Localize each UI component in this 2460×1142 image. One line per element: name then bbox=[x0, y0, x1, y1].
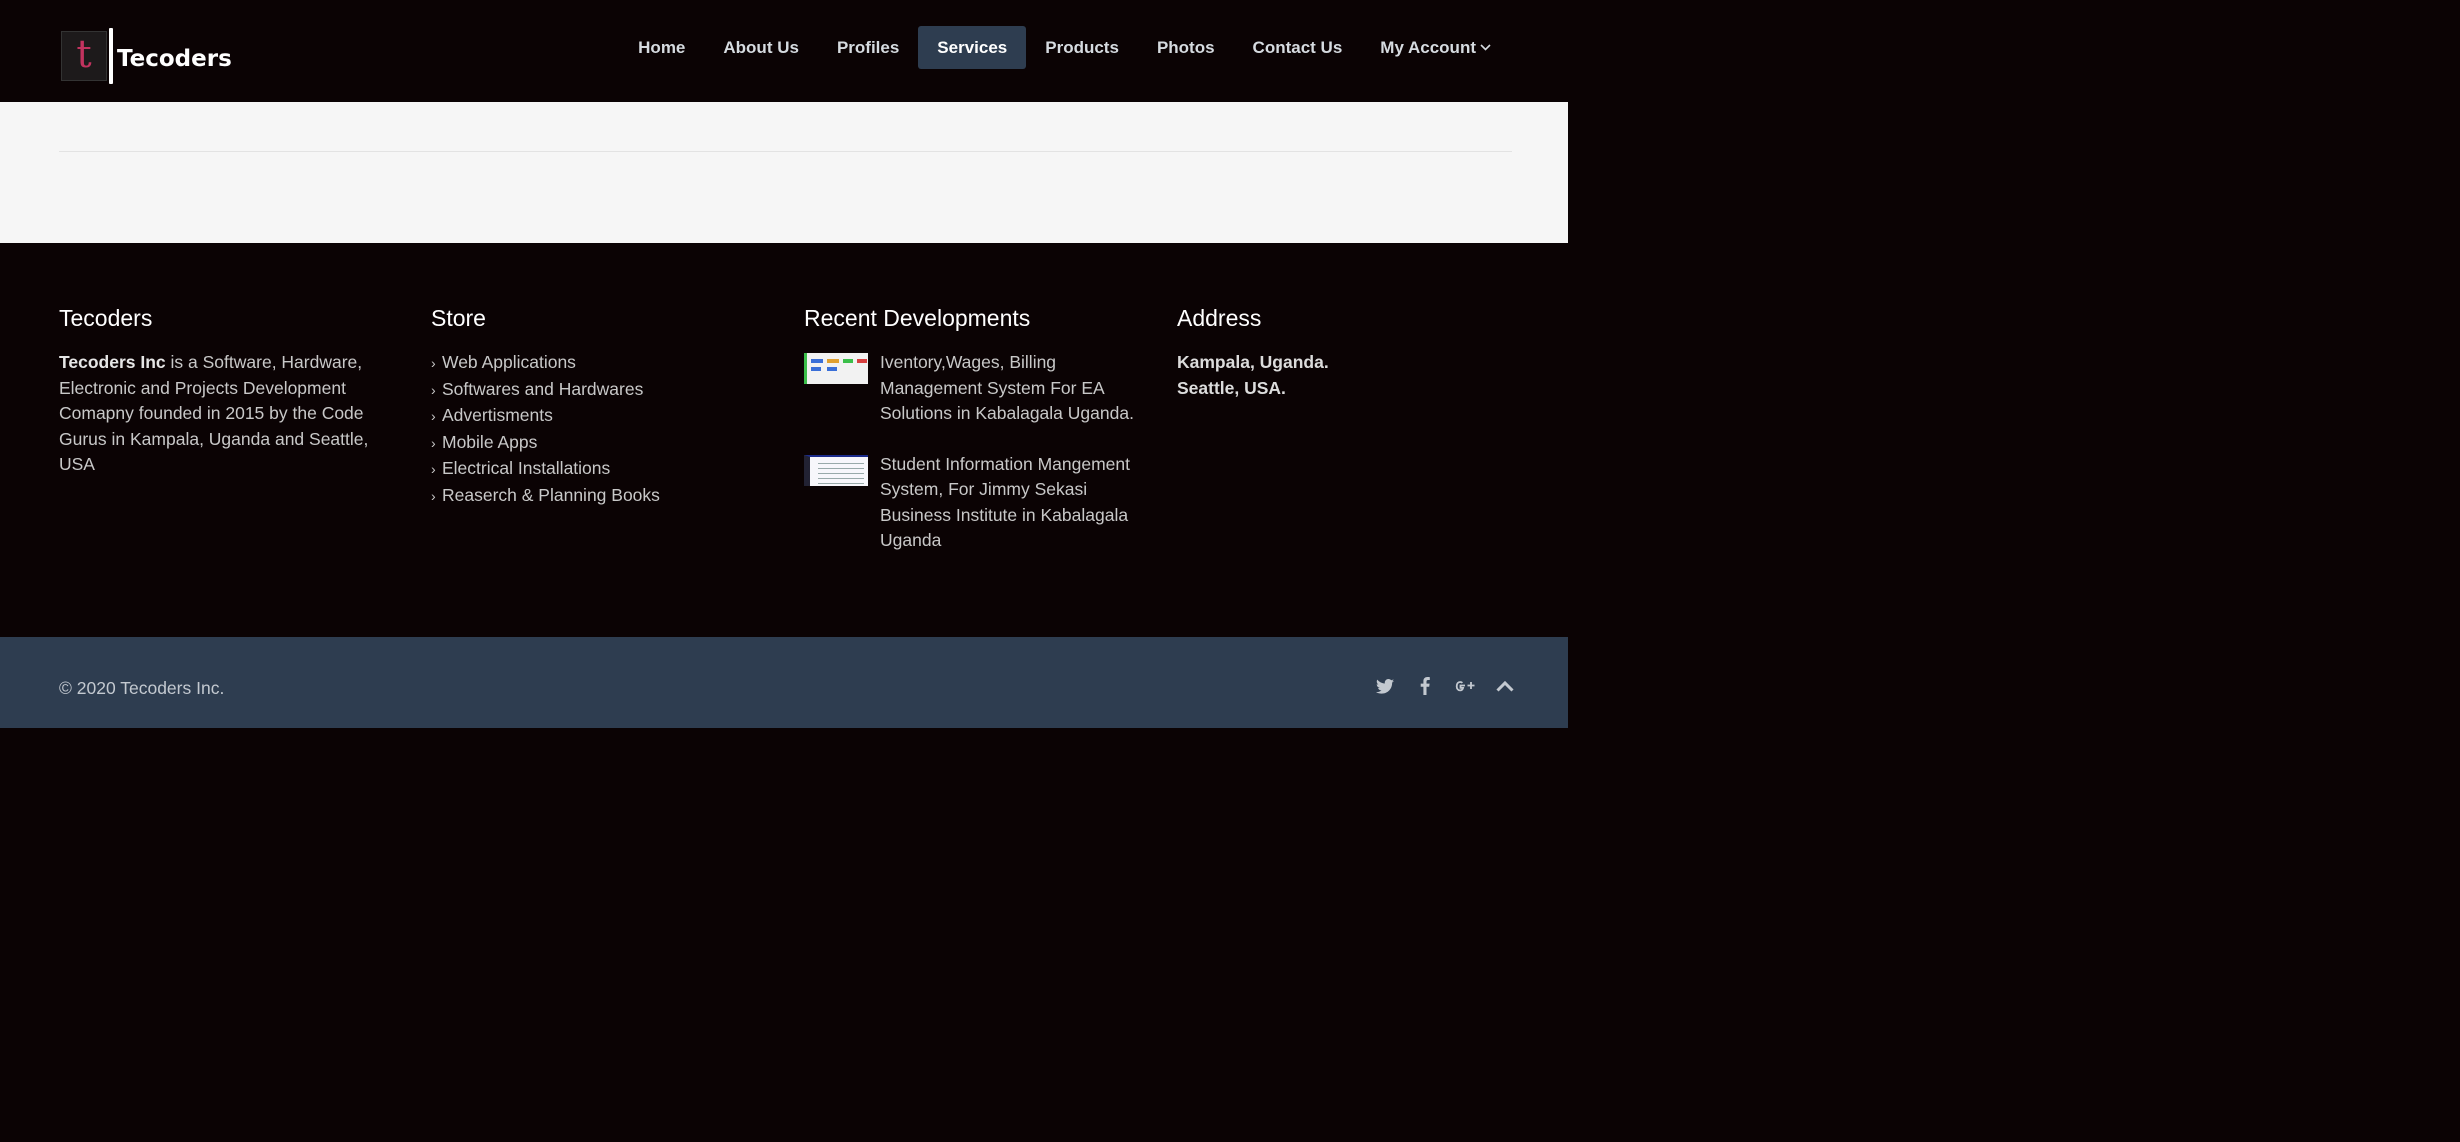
store-item-research-books[interactable]: › Reaserch & Planning Books bbox=[431, 483, 751, 510]
brand-logo[interactable]: t Tecoders bbox=[61, 28, 232, 84]
logo-letter: t bbox=[76, 32, 92, 76]
twitter-icon[interactable] bbox=[1374, 675, 1396, 697]
store-item-label: Electrical Installations bbox=[442, 458, 611, 478]
brand-name: Tecoders bbox=[117, 46, 232, 72]
footer-about-text: Tecoders Inc is a Software, Hardware, El… bbox=[59, 350, 379, 478]
chevron-right-icon: › bbox=[431, 461, 436, 477]
google-plus-icon[interactable] bbox=[1454, 675, 1476, 697]
store-item-label: Softwares and Hardwares bbox=[442, 378, 644, 399]
site-header: t Tecoders Home About Us Profiles Servic… bbox=[0, 0, 1568, 102]
store-list: › Web Applications › Softwares and Hardwar… bbox=[431, 350, 751, 509]
chevron-right-icon: › bbox=[431, 487, 436, 504]
logo-mark: t bbox=[61, 31, 107, 81]
footer-about-title: Tecoders bbox=[59, 305, 153, 331]
bottom-bar: © 2020 Tecoders Inc. bbox=[0, 637, 1568, 728]
content-area bbox=[0, 102, 1568, 243]
nav-contact-us[interactable]: Contact Us bbox=[1234, 26, 1362, 69]
nav-products[interactable]: Products bbox=[1026, 26, 1138, 69]
footer-address: Address Kampala, Uganda. Seattle, USA. bbox=[1177, 305, 1497, 401]
footer-address-title: Address bbox=[1177, 305, 1262, 331]
footer-recent-title: Recent Developments bbox=[804, 305, 1031, 331]
nav-my-account-label: My Account bbox=[1380, 38, 1476, 57]
store-item-label: Advertisments bbox=[442, 405, 553, 425]
store-item-advertisments[interactable]: › Advertisments bbox=[431, 403, 751, 430]
facebook-icon[interactable] bbox=[1414, 675, 1436, 697]
footer-store: Store › Web Applications › Softwares and H… bbox=[431, 305, 751, 509]
store-item-label: Reaserch & Planning Books bbox=[442, 484, 660, 505]
main-nav: Home About Us Profiles Services Products… bbox=[619, 26, 1510, 69]
store-item-label: Web Applications bbox=[442, 352, 576, 372]
nav-services[interactable]: Services bbox=[918, 26, 1027, 69]
recent-item-thumbnail[interactable] bbox=[804, 454, 868, 486]
store-item-softwares-hardwares[interactable]: › Softwares and Hardwares bbox=[431, 377, 751, 404]
recent-item-title: Student Information Mangement System, Fo… bbox=[880, 453, 1131, 551]
social-links bbox=[1356, 675, 1516, 697]
store-item-web-applications[interactable]: › Web Applications bbox=[431, 350, 751, 377]
address-line: Seattle, USA. bbox=[1177, 377, 1286, 398]
footer-store-title: Store bbox=[431, 305, 486, 331]
address-line: Kampala, Uganda. bbox=[1177, 352, 1329, 372]
company-name: Tecoders Inc bbox=[59, 352, 166, 372]
recent-item[interactable]: Student Information Mangement System, Fo… bbox=[804, 452, 1149, 554]
nav-my-account[interactable]: My Account bbox=[1361, 26, 1510, 69]
nav-photos[interactable]: Photos bbox=[1138, 26, 1234, 69]
nav-about-us[interactable]: About Us bbox=[704, 26, 818, 69]
recent-item-thumbnail[interactable] bbox=[804, 353, 868, 384]
nav-home[interactable]: Home bbox=[619, 26, 704, 69]
chevron-down-icon bbox=[1480, 26, 1491, 69]
store-item-mobile-apps[interactable]: › Mobile Apps bbox=[431, 430, 751, 457]
store-item-label: Mobile Apps bbox=[442, 431, 538, 452]
chevron-right-icon: › bbox=[431, 434, 436, 451]
divider bbox=[59, 151, 1512, 152]
logo-divider bbox=[109, 28, 113, 84]
nav-profiles[interactable]: Profiles bbox=[818, 26, 918, 69]
recent-item[interactable]: Iventory,Wages, Billing Management Syste… bbox=[804, 350, 1149, 427]
copyright: © 2020 Tecoders Inc. bbox=[59, 678, 225, 698]
chevron-right-icon: › bbox=[431, 381, 436, 398]
footer-about: Tecoders Tecoders Inc is a Software, Har… bbox=[59, 305, 379, 478]
chevron-right-icon: › bbox=[431, 408, 436, 424]
chevron-right-icon: › bbox=[431, 355, 436, 371]
footer-recent-developments: Recent Developments Iventory,Wages, Bill… bbox=[804, 305, 1149, 579]
scroll-top-icon[interactable] bbox=[1494, 675, 1516, 697]
recent-item-title: Iventory,Wages, Billing Management Syste… bbox=[880, 352, 1134, 423]
store-item-electrical-installations[interactable]: › Electrical Installations bbox=[431, 456, 751, 483]
site-footer: Tecoders Tecoders Inc is a Software, Har… bbox=[0, 243, 1568, 637]
